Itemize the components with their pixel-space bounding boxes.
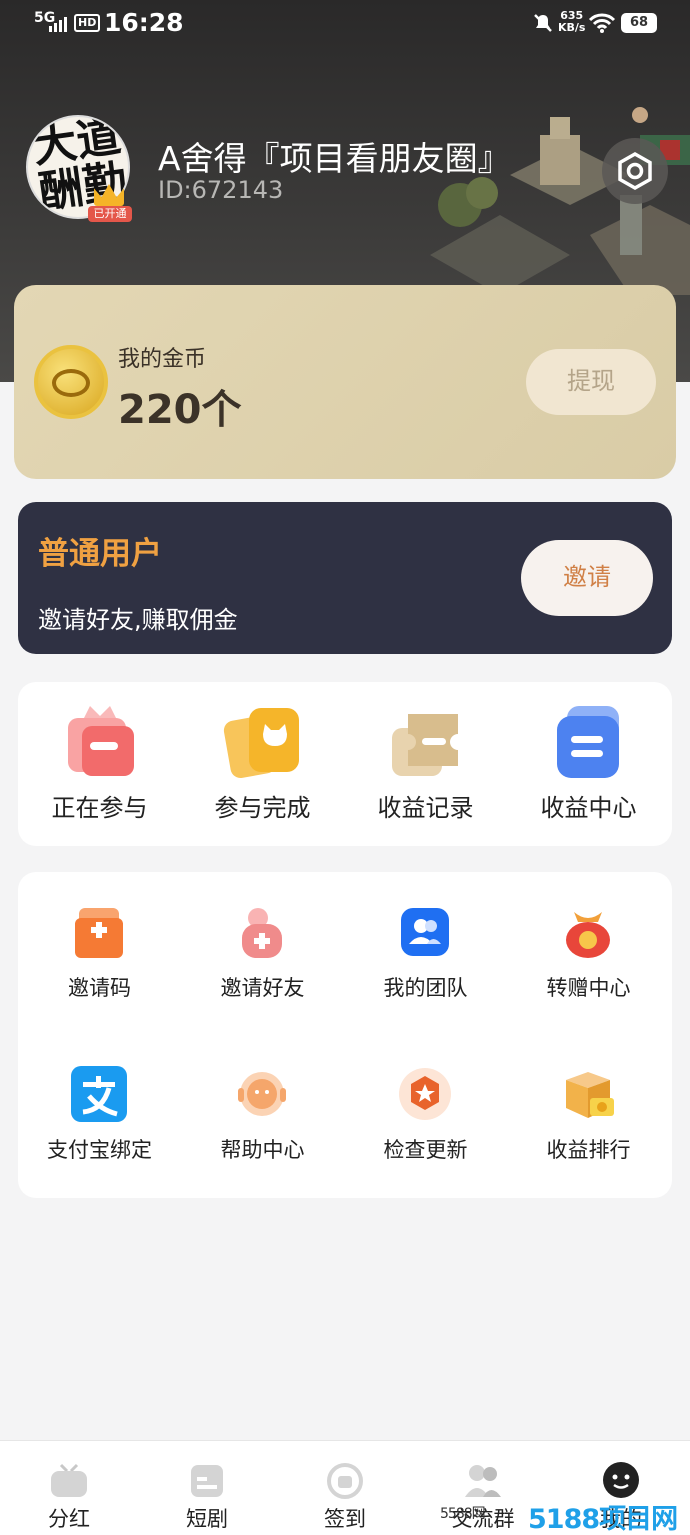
coin-box-icon bbox=[566, 1072, 614, 1118]
wifi-icon bbox=[588, 13, 616, 33]
withdraw-button[interactable]: 提现 bbox=[526, 349, 656, 415]
tool-check-update[interactable]: 检查更新 bbox=[344, 1034, 507, 1184]
signal-icon bbox=[49, 17, 67, 32]
membership-card: 普通用户 邀请好友,赚取佣金 邀请 bbox=[18, 502, 672, 654]
settings-button[interactable] bbox=[602, 138, 668, 204]
quick-action-participating[interactable]: 正在参与 bbox=[18, 682, 181, 846]
tool-label: 邀请好友 bbox=[220, 976, 305, 1000]
tool-alipay-binding[interactable]: 支付宝绑定 bbox=[18, 1034, 181, 1184]
cat-card-icon bbox=[223, 708, 299, 778]
gift-box-icon bbox=[68, 706, 134, 776]
ticket-icon bbox=[392, 714, 458, 776]
tools-grid: 邀请码 邀请好友 我的团队 转赠中心 支付宝绑定 帮助中心 检查更新 收益排行 bbox=[18, 872, 672, 1198]
checkin-icon bbox=[327, 1463, 363, 1499]
folder-icon bbox=[191, 1465, 223, 1497]
quick-action-earnings-center[interactable]: 收益中心 bbox=[507, 682, 670, 846]
quick-action-earnings-record[interactable]: 收益记录 bbox=[344, 682, 507, 846]
tab-checkin[interactable]: 签到 bbox=[276, 1441, 414, 1535]
vip-badge-label: 已开通 bbox=[88, 206, 132, 222]
coin-title: 我的金币 bbox=[118, 347, 207, 372]
tool-earnings-ranking[interactable]: 收益排行 bbox=[507, 1034, 670, 1184]
crown-icon bbox=[94, 184, 124, 206]
quick-action-completed[interactable]: 参与完成 bbox=[181, 682, 344, 846]
tab-label: 签到 bbox=[324, 1507, 366, 1531]
face-icon bbox=[603, 1462, 639, 1498]
mute-icon bbox=[534, 14, 552, 32]
tool-invite-code[interactable]: 邀请码 bbox=[18, 872, 181, 1022]
clock: 16:28 bbox=[104, 8, 184, 37]
tab-label: 短剧 bbox=[186, 1507, 228, 1531]
tool-label: 收益排行 bbox=[546, 1138, 631, 1162]
tool-label: 转赠中心 bbox=[546, 976, 631, 1000]
vip-badge: 已开通 bbox=[88, 184, 132, 226]
quick-action-label: 参与完成 bbox=[214, 794, 311, 822]
invite-button[interactable]: 邀请 bbox=[521, 540, 653, 616]
membership-description: 邀请好友,赚取佣金 bbox=[38, 606, 238, 634]
tool-transfer-center[interactable]: 转赠中心 bbox=[507, 872, 670, 1022]
tab-dividend[interactable]: 分红 bbox=[0, 1441, 138, 1535]
alipay-icon bbox=[71, 1066, 127, 1122]
battery-icon: 68 bbox=[621, 13, 657, 33]
quick-action-label: 收益记录 bbox=[377, 794, 474, 822]
gold-coin-icon bbox=[34, 345, 108, 419]
tv-icon bbox=[51, 1463, 87, 1497]
tool-invite-friends[interactable]: 邀请好友 bbox=[181, 872, 344, 1022]
hd-icon: HD bbox=[74, 14, 101, 32]
group-chat-icon bbox=[465, 1465, 501, 1497]
team-icon bbox=[401, 908, 449, 956]
tool-label: 支付宝绑定 bbox=[47, 1138, 152, 1162]
tool-label: 帮助中心 bbox=[220, 1138, 305, 1162]
tool-label: 邀请码 bbox=[68, 976, 131, 1000]
watermark-sub: 5588网 bbox=[440, 1506, 486, 1522]
quick-actions: 正在参与 参与完成 收益记录 收益中心 bbox=[18, 682, 672, 846]
status-bar: 5G HD 16:28 635 KB/s 68 bbox=[0, 0, 690, 48]
quick-action-label: 收益中心 bbox=[540, 794, 637, 822]
membership-level: 普通用户 bbox=[38, 536, 162, 572]
user-id: ID:672143 bbox=[158, 176, 284, 204]
coin-card: 我的金币 220个 提现 bbox=[14, 285, 676, 479]
plus-bag-icon bbox=[75, 908, 123, 958]
tool-label: 我的团队 bbox=[383, 976, 468, 1000]
tool-help-center[interactable]: 帮助中心 bbox=[181, 1034, 344, 1184]
tab-short-drama[interactable]: 短剧 bbox=[138, 1441, 276, 1535]
watermark: 5588网 5188项目网 bbox=[440, 1495, 690, 1535]
list-icon bbox=[557, 706, 619, 778]
tool-my-team[interactable]: 我的团队 bbox=[344, 872, 507, 1022]
headset-icon bbox=[238, 1072, 286, 1116]
quick-action-label: 正在参与 bbox=[51, 794, 148, 822]
username: A舍得『项目看朋友圈』 bbox=[158, 139, 511, 178]
tab-label: 分红 bbox=[48, 1507, 90, 1531]
gear-icon bbox=[618, 151, 652, 191]
lucky-bag-icon bbox=[566, 912, 610, 958]
watermark-main: 5188项目网 bbox=[528, 1504, 678, 1535]
coin-amount: 220个 bbox=[118, 387, 242, 433]
add-friend-icon bbox=[242, 908, 282, 958]
badge-star-icon bbox=[399, 1068, 451, 1120]
network-speed: 635 KB/s bbox=[558, 9, 586, 34]
tool-label: 检查更新 bbox=[383, 1138, 468, 1162]
